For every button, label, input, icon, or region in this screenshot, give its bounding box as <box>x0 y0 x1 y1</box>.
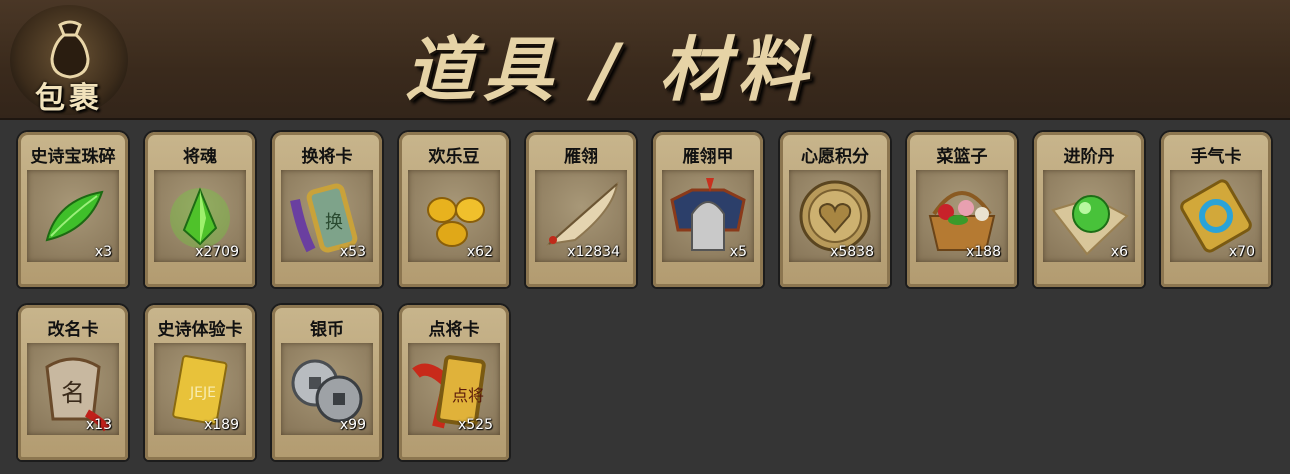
item-count: x53 <box>339 244 366 260</box>
item-name: 将魂 <box>183 147 217 167</box>
svg-text:名: 名 <box>61 379 85 407</box>
inventory-slot[interactable]: 银币 x99 <box>272 305 382 460</box>
item-count: x70 <box>1228 244 1255 260</box>
item-count: x5 <box>729 244 747 260</box>
item-name: 银币 <box>310 320 344 340</box>
inventory-slot[interactable]: 心愿积分 x5838 <box>780 132 890 287</box>
inventory-slot[interactable]: 菜篮子 x188 <box>907 132 1017 287</box>
svg-text:换: 换 <box>325 212 343 233</box>
inventory-slot[interactable]: 雁翎甲 x5 <box>653 132 763 287</box>
inventory-slot[interactable]: 将魂 x2709 <box>145 132 255 287</box>
item-count: x99 <box>339 417 366 433</box>
inventory-slot[interactable]: 点将卡点将 x525 <box>399 305 509 460</box>
item-count: x12834 <box>567 244 620 260</box>
item-name: 雁翎 <box>564 147 598 167</box>
header-bar: 包裹 道具 / 材料 <box>0 0 1290 120</box>
bag-label: 包裹 <box>35 81 103 116</box>
inventory-slot[interactable]: 史诗宝珠碎 x3 <box>18 132 128 287</box>
inventory-bag-button[interactable]: 包裹 <box>10 5 128 116</box>
item-count: x188 <box>965 244 1001 260</box>
item-name: 进阶丹 <box>1063 147 1115 167</box>
item-count: x189 <box>203 417 239 433</box>
item-count: x5838 <box>830 244 874 260</box>
svg-text:JEJE: JEJE <box>189 385 216 401</box>
item-name: 改名卡 <box>47 320 99 340</box>
inventory-slot[interactable]: 进阶丹 x6 <box>1034 132 1144 287</box>
inventory-slot[interactable]: 改名卡名 x13 <box>18 305 128 460</box>
item-name: 雁翎甲 <box>682 147 734 167</box>
item-name: 换将卡 <box>301 147 353 167</box>
inventory-slot[interactable]: 换将卡换 x53 <box>272 132 382 287</box>
item-name: 点将卡 <box>428 320 480 340</box>
item-name: 史诗宝珠碎 <box>30 147 116 167</box>
item-name: 心愿积分 <box>801 147 869 167</box>
item-name: 史诗体验卡 <box>157 320 243 340</box>
item-count: x62 <box>466 244 493 260</box>
item-name: 菜篮子 <box>936 147 988 167</box>
inventory-slot[interactable]: 手气卡 x70 <box>1161 132 1271 287</box>
inventory-slot[interactable]: 欢乐豆 x62 <box>399 132 509 287</box>
page-title: 道具 / 材料 <box>405 29 816 111</box>
item-count: x525 <box>457 417 493 433</box>
bag-icon <box>50 20 90 79</box>
item-count: x13 <box>85 417 112 433</box>
item-count: x2709 <box>195 244 239 260</box>
item-count: x6 <box>1110 244 1128 260</box>
svg-text:点将: 点将 <box>452 386 484 405</box>
inventory-slot[interactable]: 史诗体验卡 JEJE x189 <box>145 305 255 460</box>
item-count: x3 <box>94 244 112 260</box>
inventory-slot[interactable]: 雁翎 x12834 <box>526 132 636 287</box>
item-name: 欢乐豆 <box>428 147 480 167</box>
item-name: 手气卡 <box>1190 147 1242 167</box>
